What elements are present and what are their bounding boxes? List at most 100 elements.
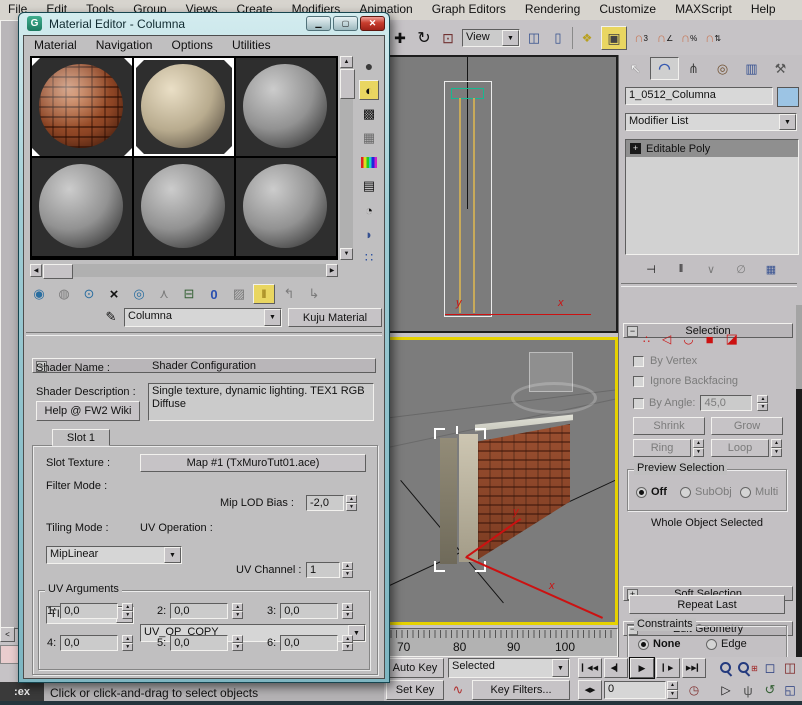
tab-hierarchy[interactable]: ⋔ xyxy=(679,57,708,80)
track-bar-scroll-button[interactable]: < xyxy=(0,627,15,642)
uv-arg-field[interactable]: 0,0 xyxy=(280,635,338,651)
set-key-button[interactable]: Set Key xyxy=(386,680,444,700)
menu-options[interactable]: Options xyxy=(164,37,221,54)
uv-arg-field[interactable]: 0,0 xyxy=(60,603,118,619)
menu-material[interactable]: Material xyxy=(26,37,85,54)
go-to-parent-icon[interactable]: ↰ xyxy=(278,284,300,304)
by-angle-field[interactable]: 45,0 xyxy=(700,395,752,411)
preview-multi-radio[interactable] xyxy=(740,487,751,498)
pick-material-eyedropper-icon[interactable]: ✎ xyxy=(102,308,120,326)
preview-off-option[interactable]: Off xyxy=(636,486,667,498)
panel-scrollbar-thumb[interactable] xyxy=(796,389,802,657)
remove-modifier-icon[interactable]: ∅ xyxy=(732,263,750,276)
element-subobject-icon[interactable]: ◪ xyxy=(726,331,738,347)
uv-arg-spinner[interactable] xyxy=(232,603,243,619)
go-to-end-button[interactable]: ▶▶▎ xyxy=(682,658,706,678)
mini-listener-tab[interactable]: :ex xyxy=(0,682,44,702)
uv-arg-spinner[interactable] xyxy=(232,635,243,651)
select-by-material-icon[interactable]: ◗ xyxy=(359,224,379,244)
object-color-swatch[interactable] xyxy=(777,87,799,107)
hscroll-thumb[interactable] xyxy=(43,264,73,279)
snaps-3-icon[interactable]: ∩3 xyxy=(631,28,651,48)
maximize-button[interactable]: ▢ xyxy=(333,16,358,31)
ring-spinner[interactable] xyxy=(693,439,704,457)
constraint-none-radio[interactable] xyxy=(638,639,649,650)
uv-arg-spinner[interactable] xyxy=(342,635,353,651)
constraint-edge-option[interactable]: Edge xyxy=(706,638,747,650)
show-end-result-icon[interactable]: ‖ xyxy=(253,284,275,304)
panel-scrollbar[interactable] xyxy=(796,305,802,657)
zoom-extents-icon[interactable]: ◻ xyxy=(760,658,780,678)
scroll-up-arrow[interactable]: ▲ xyxy=(340,56,353,68)
timeline-ruler[interactable]: 70 80 90 100 xyxy=(382,628,618,657)
uv-arg-field[interactable]: 0,0 xyxy=(170,635,228,651)
make-unique-material-icon[interactable]: ⋏ xyxy=(153,284,175,304)
go-to-start-button[interactable]: ▎◀◀ xyxy=(578,658,602,678)
tab-modify[interactable]: ◠ xyxy=(650,57,679,80)
constraint-edge-radio[interactable] xyxy=(706,639,717,650)
show-end-result-icon[interactable]: ‖ xyxy=(672,263,690,275)
select-and-move-icon[interactable]: ✚ xyxy=(390,28,410,48)
select-and-scale-icon[interactable]: ⊡ xyxy=(438,28,458,48)
zoom-extents-all-icon[interactable]: ◫ xyxy=(780,658,800,678)
material-editor-titlebar[interactable]: G Material Editor - Columna ▁ ▢ ✕ xyxy=(19,13,389,35)
constraint-none-option[interactable]: None xyxy=(638,638,681,650)
loop-spinner[interactable] xyxy=(771,439,782,457)
preview-multi-option[interactable]: Multi xyxy=(740,486,778,498)
make-material-copy-icon[interactable]: ◎ xyxy=(128,284,150,304)
show-map-in-viewport-icon[interactable]: ▨ xyxy=(228,284,250,304)
select-and-rotate-icon[interactable]: ↻ xyxy=(414,28,434,48)
current-frame-field[interactable]: 0 xyxy=(604,681,666,699)
edge-subobject-icon[interactable]: ◁ xyxy=(662,332,671,346)
new-key-curve-icon[interactable]: ∿ xyxy=(448,680,468,700)
selection-set-arrow[interactable] xyxy=(552,659,569,677)
tab-utilities[interactable]: ⚒ xyxy=(766,57,795,80)
grow-button[interactable]: Grow xyxy=(711,417,783,435)
slot-texture-button[interactable]: Map #1 (TxMuroTut01.ace) xyxy=(140,454,366,472)
play-button[interactable]: ▶ xyxy=(630,658,654,678)
menu-utilities[interactable]: Utilities xyxy=(224,37,279,54)
material-slot[interactable] xyxy=(134,158,234,256)
auto-key-button[interactable]: Auto Key xyxy=(386,658,444,678)
menu-customize[interactable]: Customize xyxy=(591,0,664,19)
angle-snap-icon[interactable]: ∩∠ xyxy=(655,28,675,48)
assign-material-to-selection-icon[interactable]: ⊙ xyxy=(78,284,100,304)
mirror-icon[interactable]: ◫ xyxy=(524,28,544,48)
arc-rotate-icon[interactable]: ↺ xyxy=(760,680,780,700)
tab-create[interactable]: ↖ xyxy=(621,57,650,80)
stack-expand-icon[interactable]: + xyxy=(630,143,641,154)
scroll-right-arrow[interactable]: ▶ xyxy=(326,264,338,277)
ignore-backfacing-checkbox[interactable] xyxy=(633,376,644,387)
select-and-manipulate-icon[interactable]: ❖ xyxy=(577,28,597,48)
zoom-icon[interactable] xyxy=(716,658,736,678)
background-icon[interactable]: ▩ xyxy=(359,104,379,124)
pan-hand-icon[interactable]: ψ xyxy=(738,680,758,700)
pin-stack-icon[interactable]: ⊣ xyxy=(642,263,660,276)
slot-1-tab[interactable]: Slot 1 xyxy=(52,429,110,446)
uv-channel-spinner[interactable] xyxy=(342,562,353,578)
go-forward-to-sibling-icon[interactable]: ↳ xyxy=(303,284,325,304)
stack-item-editable-poly[interactable]: + Editable Poly xyxy=(626,140,798,157)
uv-arg-field[interactable]: 0,0 xyxy=(170,603,228,619)
ring-button[interactable]: Ring xyxy=(633,439,691,457)
put-to-library-icon[interactable]: ⊟ xyxy=(178,284,200,304)
preview-off-radio[interactable] xyxy=(636,487,647,498)
material-name-arrow[interactable] xyxy=(264,309,281,326)
material-map-navigator-icon[interactable]: ∷ xyxy=(359,248,379,268)
material-slot-active[interactable] xyxy=(134,58,234,156)
time-configuration-icon[interactable]: ◷ xyxy=(682,680,706,700)
menu-help[interactable]: Help xyxy=(743,0,784,19)
filter-mode-dropdown[interactable]: MipLinear xyxy=(46,546,182,564)
material-id-channel-icon[interactable]: 0 xyxy=(203,284,225,304)
next-frame-button[interactable]: ▎▶ xyxy=(656,658,680,678)
video-color-check-icon[interactable] xyxy=(359,152,379,172)
make-unique-icon[interactable]: ∨ xyxy=(702,263,720,276)
coordinate-dropdown-arrow[interactable] xyxy=(502,30,519,46)
by-angle-checkbox[interactable] xyxy=(633,398,644,409)
key-mode-toggle[interactable]: ◀▶ xyxy=(578,680,602,700)
spinner-snap-icon[interactable]: ∩⇅ xyxy=(703,28,723,48)
viewport-top[interactable]: y x xyxy=(380,55,618,333)
material-slot[interactable] xyxy=(32,158,132,256)
object-name-field[interactable]: 1_0512_Columna xyxy=(625,87,773,105)
slots-vscrollbar[interactable]: ▲ ▼ xyxy=(340,56,353,260)
